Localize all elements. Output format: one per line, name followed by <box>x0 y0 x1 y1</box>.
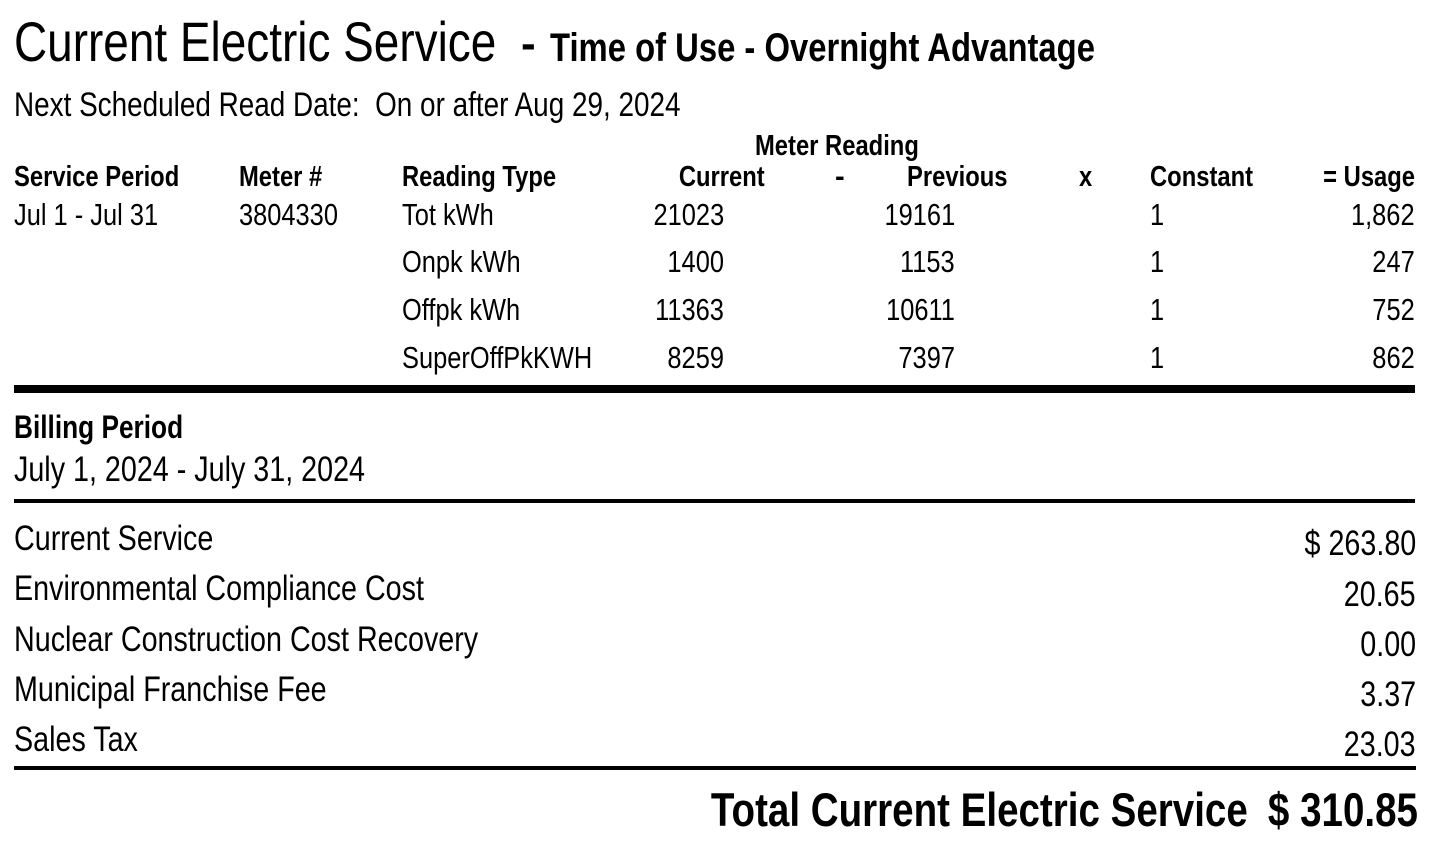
col-header-usage: = Usage <box>1323 161 1415 193</box>
charge-label: Current Service <box>14 519 214 558</box>
constant: 1 <box>1150 244 1165 279</box>
charge-amount: 20.65 <box>1344 575 1416 614</box>
title-separator: - <box>521 19 536 68</box>
col-header-current: Current <box>679 161 765 193</box>
charge-label: Nuclear Construction Cost Recovery <box>14 620 479 659</box>
service-period-value: Jul 1 - Jul 31 <box>14 197 159 232</box>
previous-reading: 10611 <box>886 292 955 327</box>
constant: 1 <box>1150 197 1165 232</box>
previous-reading: 19161 <box>884 197 955 232</box>
charge-label: Sales Tax <box>14 720 138 759</box>
col-header-previous: Previous <box>906 161 1007 193</box>
meter-reading-group-header: Meter Reading <box>755 130 919 162</box>
charge-amount: $ 263.80 <box>1304 524 1416 563</box>
total-label: Total Current Electric Service <box>711 783 1248 836</box>
reading-type: SuperOffPkKWH <box>402 340 593 375</box>
charge-amount: 23.03 <box>1344 725 1416 764</box>
reading-type: Onpk kWh <box>402 244 521 279</box>
billing-period-label: Billing Period <box>14 409 184 445</box>
col-header-service-period: Service Period <box>14 161 180 193</box>
previous-reading: 7397 <box>898 340 955 375</box>
usage: 247 <box>1372 244 1415 279</box>
usage: 752 <box>1372 292 1415 327</box>
charge-label: Environmental Compliance Cost <box>14 569 424 608</box>
current-reading: 8259 <box>667 340 724 375</box>
charge-amount: 0.00 <box>1360 625 1416 664</box>
current-reading: 11363 <box>655 292 724 327</box>
rate-plan-title: Time of Use - Overnight Advantage <box>550 26 1095 70</box>
constant: 1 <box>1150 340 1165 375</box>
total-divider <box>14 766 1416 770</box>
next-read-date: Next Scheduled Read Date: On or after Au… <box>14 88 827 122</box>
col-header-reading-type: Reading Type <box>402 161 557 193</box>
constant: 1 <box>1150 292 1165 327</box>
reading-type: Offpk kWh <box>402 292 521 327</box>
total-amount: $ 310.85 <box>1267 783 1418 836</box>
col-header-meter-number: Meter # <box>239 161 323 193</box>
charge-label: Municipal Franchise Fee <box>14 670 327 709</box>
reading-type: Tot kWh <box>402 197 494 232</box>
usage: 1,862 <box>1351 197 1415 232</box>
section-divider <box>14 499 1415 503</box>
previous-reading: 1153 <box>900 244 955 279</box>
page-title: Current Electric Service <box>14 10 497 73</box>
next-read-value: On or after Aug 29, 2024 <box>375 86 681 124</box>
next-read-label: Next Scheduled Read Date: <box>14 86 360 124</box>
col-header-times: x <box>1079 161 1093 193</box>
col-header-constant: Constant <box>1150 161 1254 193</box>
current-reading: 21023 <box>653 197 724 232</box>
usage: 862 <box>1372 340 1415 375</box>
charge-amount: 3.37 <box>1360 675 1416 714</box>
current-reading: 1400 <box>667 244 724 279</box>
meter-number-value: 3804330 <box>239 197 338 232</box>
billing-period-value: July 1, 2024 - July 31, 2024 <box>14 450 366 489</box>
section-divider-thick <box>14 385 1415 393</box>
col-header-minus: - <box>835 161 845 193</box>
